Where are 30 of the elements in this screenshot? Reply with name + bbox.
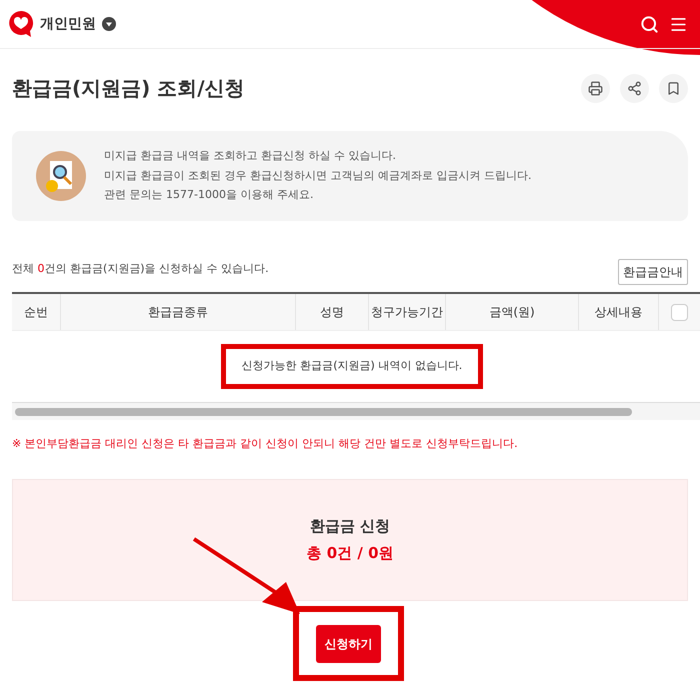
bookmark-button[interactable] <box>659 74 688 102</box>
search-icon[interactable] <box>640 14 659 34</box>
empty-message: 신청가능한 환급금(지원금) 내역이 없습니다. <box>242 358 462 374</box>
page-title: 환급금(지원금) 조회/신청 <box>12 75 245 102</box>
column-header: 금액(원) <box>489 304 535 321</box>
column-header: 성명 <box>320 304 344 321</box>
column-header: 상세내용 <box>594 304 642 321</box>
summary-total: 총 0건 / 0원 <box>306 542 394 564</box>
column-header: 순번 <box>24 304 48 321</box>
search-document-icon <box>36 151 86 201</box>
heart-logo-icon <box>8 10 34 38</box>
scrollbar[interactable] <box>15 408 632 416</box>
dropdown-icon[interactable] <box>102 17 116 31</box>
printer-icon <box>588 80 603 96</box>
refund-guide-button[interactable]: 환급금안내 <box>618 259 688 285</box>
share-icon <box>627 80 642 96</box>
column-header: 환급금종류 <box>148 304 208 321</box>
summary-title: 환급금 신청 <box>310 516 390 537</box>
bookmark-icon <box>666 80 681 96</box>
info-text: 관련 문의는 1577-1000을 이용해 주세요. <box>104 187 314 204</box>
column-header: 청구가능기간 <box>371 304 443 321</box>
category-label[interactable]: 개인민원 <box>40 14 96 34</box>
share-button[interactable] <box>620 74 649 102</box>
apply-button[interactable]: 신청하기 <box>316 624 381 662</box>
count-text: 전체 0건의 환급금(지원금)을 신청하실 수 있습니다. <box>12 260 269 276</box>
print-button[interactable] <box>581 74 610 102</box>
notice-text: ※ 본인부담환급금 대리인 신청은 타 환급금과 같이 신청이 안되니 해당 건만 별도로 신청부탁드립니다. <box>11 436 519 452</box>
info-text: 미지급 환급금이 조회된 경우 환급신청하시면 고객님의 예금계좌로 입금시켜 드립니다. <box>104 168 532 184</box>
info-text: 미지급 환급금 내역을 조회하고 환급신청 하실 수 있습니다. <box>104 148 397 164</box>
checkbox[interactable] <box>671 304 688 320</box>
